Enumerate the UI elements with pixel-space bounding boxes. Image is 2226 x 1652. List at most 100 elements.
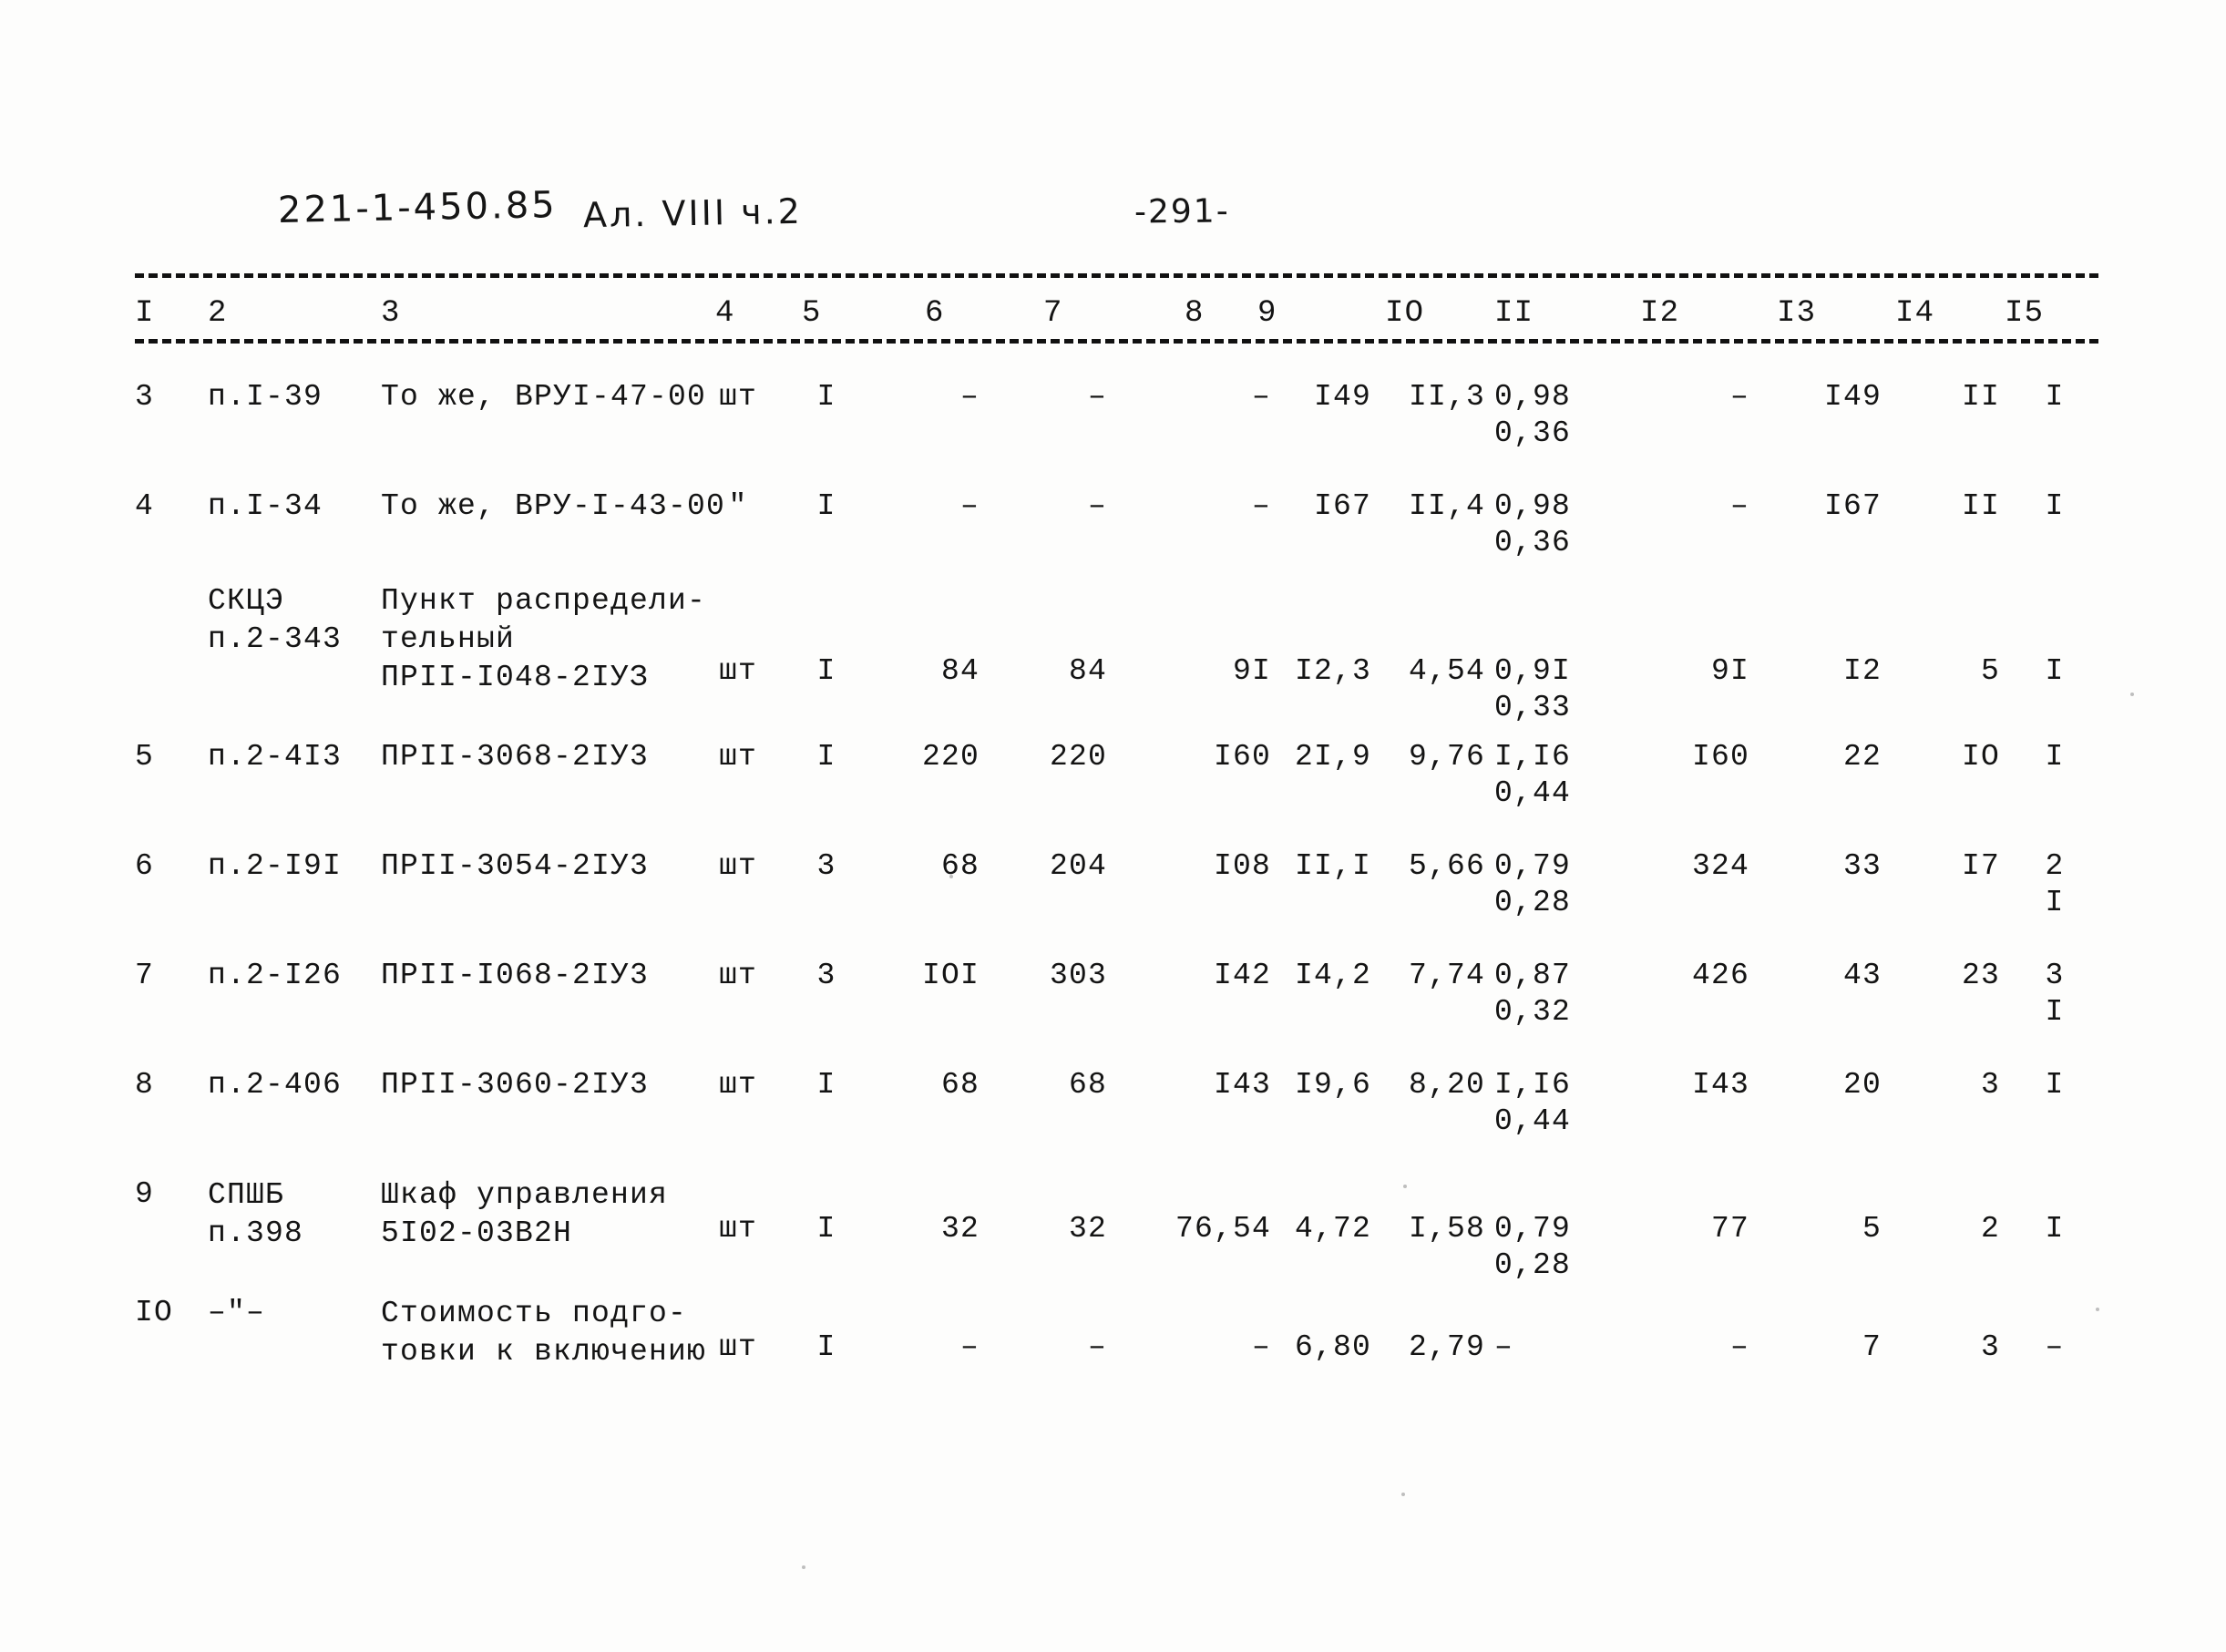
table-rule-top xyxy=(135,273,2098,278)
row-value-9: 6,80 xyxy=(1294,1330,1371,1364)
row-value-9: II,I xyxy=(1294,849,1371,883)
row-value-6: 32 xyxy=(940,1212,980,1246)
row-quantity: I xyxy=(816,380,836,414)
row-value-14: 5 xyxy=(1980,654,2000,688)
row-value-11: – xyxy=(1494,1330,1514,1364)
row-description: ПРII-3068-2IУ3 xyxy=(381,740,650,774)
row-value-9: I4,2 xyxy=(1294,959,1371,992)
row-position: 5 xyxy=(135,740,155,774)
row-value-9: 2I,9 xyxy=(1294,740,1371,774)
row-value-15-primary: 3 xyxy=(2045,959,2065,992)
row-value-12: I60 xyxy=(1691,740,1749,774)
row-value-8: – xyxy=(1251,1330,1271,1364)
row-description: Пункт распредели-тельный ПРII-I048-2IУЗ xyxy=(381,583,727,696)
row-value-14: IO xyxy=(1961,740,2000,774)
row-value-7: – xyxy=(1087,489,1107,523)
row-value-8: I42 xyxy=(1213,959,1271,992)
row-position: 3 xyxy=(135,380,155,414)
scan-speck xyxy=(2130,693,2134,696)
row-value-12: 426 xyxy=(1691,959,1749,992)
row-value-6: 68 xyxy=(940,849,980,883)
row-value-6: – xyxy=(959,380,980,414)
column-header-11: II xyxy=(1494,296,1534,331)
row-value-7: – xyxy=(1087,380,1107,414)
column-header-9: 9 xyxy=(1257,296,1277,331)
row-value-7: 84 xyxy=(1068,654,1107,688)
row-unit: шт xyxy=(718,380,757,414)
row-value-15: I xyxy=(2045,1212,2065,1246)
row-value-12: – xyxy=(1729,1330,1749,1364)
row-reference: –"– xyxy=(208,1296,266,1329)
column-header-8: 8 xyxy=(1185,296,1205,331)
row-value-14: II xyxy=(1961,380,2000,414)
row-value-13: 33 xyxy=(1842,849,1882,883)
row-value-8: – xyxy=(1251,489,1271,523)
row-unit: шт xyxy=(718,654,757,688)
row-reference: п.I-34 xyxy=(208,489,323,523)
row-value-14: 3 xyxy=(1980,1068,2000,1102)
handwritten-album-reference: Ал. VIII ч.2 xyxy=(582,190,804,236)
row-value-14: 23 xyxy=(1961,959,2000,992)
row-value-6: – xyxy=(959,489,980,523)
row-value-8: I43 xyxy=(1213,1068,1271,1102)
row-value-8: – xyxy=(1251,380,1271,414)
row-value-8: 76,54 xyxy=(1175,1212,1271,1246)
row-value-11: 0,79 0,28 xyxy=(1494,1212,1608,1283)
row-unit: шт xyxy=(718,1212,757,1246)
row-value-11: 0,98 0,36 xyxy=(1494,380,1608,451)
row-value-13: I49 xyxy=(1823,380,1882,414)
row-value-11-secondary: 0,28 xyxy=(1494,1248,1572,1282)
row-value-10: 8,20 xyxy=(1408,1068,1485,1102)
row-value-11-primary: 0,79 xyxy=(1494,1212,1572,1246)
row-description: ПРII-3054-2IУ3 xyxy=(381,849,650,883)
row-description-line2: товки к включению xyxy=(381,1335,707,1369)
row-value-10: II,3 xyxy=(1408,380,1485,414)
row-value-11-primary: 0,87 xyxy=(1494,959,1572,992)
column-header-14: I4 xyxy=(1895,296,1935,331)
row-value-9: 4,72 xyxy=(1294,1212,1371,1246)
row-reference: п.I-39 xyxy=(208,380,323,414)
row-value-11: 0,9I 0,33 xyxy=(1494,654,1608,725)
row-reference-line1: СПШБ xyxy=(208,1178,285,1212)
row-unit: шт xyxy=(718,849,757,883)
row-value-14: II xyxy=(1961,489,2000,523)
row-value-7: – xyxy=(1087,1330,1107,1364)
row-value-15-secondary: I xyxy=(2045,886,2065,919)
row-quantity: 3 xyxy=(816,849,836,883)
row-unit: " xyxy=(728,489,748,523)
row-value-6: 84 xyxy=(940,654,980,688)
row-value-15: I xyxy=(2045,654,2065,688)
row-description: ПРII-3060-2IУ3 xyxy=(381,1068,650,1102)
row-value-11-primary: 0,98 xyxy=(1494,380,1572,414)
row-position: 4 xyxy=(135,489,155,523)
row-value-12: I43 xyxy=(1691,1068,1749,1102)
row-reference: п.2-4I3 xyxy=(208,740,343,774)
column-header-1: I xyxy=(135,296,155,331)
column-header-10: IO xyxy=(1385,296,1425,331)
row-value-8: I60 xyxy=(1213,740,1271,774)
row-value-11: I,I6 0,44 xyxy=(1494,1068,1608,1139)
row-description: То же, ВРУ-I-43-00 xyxy=(381,489,726,523)
row-value-7: 204 xyxy=(1049,849,1107,883)
row-value-11-secondary: 0,36 xyxy=(1494,526,1572,559)
column-header-6: 6 xyxy=(925,296,945,331)
row-description-line2: тельный xyxy=(381,622,516,656)
row-quantity: I xyxy=(816,1212,836,1246)
row-value-15-primary: 2 xyxy=(2045,849,2065,883)
row-reference: п.2-I26 xyxy=(208,959,343,992)
row-value-11-primary: 0,98 xyxy=(1494,489,1572,523)
scan-speck xyxy=(949,875,953,878)
row-value-15: I xyxy=(2045,489,2065,523)
row-position: 9 xyxy=(135,1177,155,1211)
row-value-6: IOI xyxy=(921,959,980,992)
row-value-14: 2 xyxy=(1980,1212,2000,1246)
row-unit: шт xyxy=(718,1068,757,1102)
row-reference: СПШБ п.398 xyxy=(208,1177,381,1252)
row-position: 8 xyxy=(135,1068,155,1102)
row-value-11: 0,98 0,36 xyxy=(1494,489,1608,560)
row-quantity: I xyxy=(816,740,836,774)
column-header-15: I5 xyxy=(2005,296,2045,331)
row-value-11-secondary: 0,44 xyxy=(1494,776,1572,810)
row-quantity: 3 xyxy=(816,959,836,992)
row-value-11-primary: 0,9I xyxy=(1494,654,1572,688)
